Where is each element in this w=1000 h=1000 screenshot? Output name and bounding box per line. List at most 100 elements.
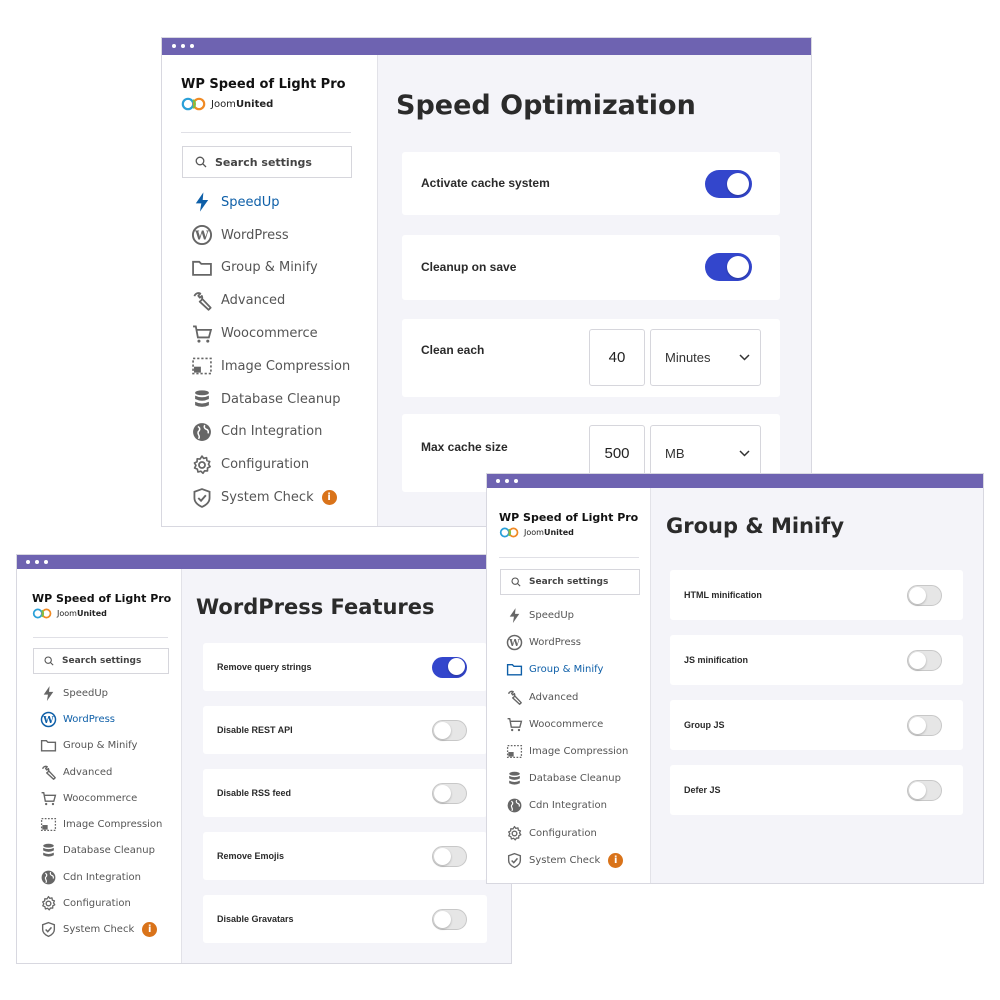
sidebar-item-advanced[interactable]: Advanced [506, 684, 628, 711]
globe-icon [191, 421, 213, 443]
setting-toggle[interactable] [432, 657, 467, 678]
setting-toggle[interactable] [432, 720, 467, 741]
window-titlebar [162, 38, 811, 55]
wordpress-icon: W [40, 711, 57, 728]
sidebar-item-label: Database Cleanup [221, 391, 341, 407]
database-icon [506, 770, 523, 787]
wordpress-features-window: WP Speed of Light Pro Joom United Search … [17, 555, 511, 963]
joomunited-rings-icon [32, 608, 52, 619]
sidebar-item-database-cleanup[interactable]: Database Cleanup [40, 838, 162, 864]
vendor-name-bold: United [76, 609, 107, 618]
speed-optimization-window: WP Speed of Light Pro Joom United Search … [162, 38, 811, 526]
bolt-icon [506, 607, 523, 624]
setting-toggle[interactable] [907, 585, 942, 606]
setting-toggle[interactable] [907, 715, 942, 736]
wrench-icon [506, 689, 523, 706]
setting-card: Group JS [670, 700, 963, 750]
svg-text:W: W [194, 228, 210, 243]
wordpress-icon: W [506, 634, 523, 651]
sidebar-item-wordpress[interactable]: W WordPress [191, 219, 350, 252]
search-input[interactable]: Search settings [182, 146, 352, 178]
image-compression-icon [506, 743, 523, 760]
folder-icon [40, 737, 57, 754]
search-placeholder: Search settings [529, 577, 609, 587]
app-title: WP Speed of Light Pro [32, 592, 172, 605]
vendor-name-light: Joom [524, 528, 544, 537]
setting-card-clean-each: Clean each 40 Minutes [402, 319, 780, 397]
setting-toggle[interactable] [432, 846, 467, 867]
vendor-name-bold: United [543, 528, 574, 537]
sidebar-item-database-cleanup[interactable]: Database Cleanup [506, 765, 628, 792]
setting-label: Remove query strings [217, 662, 312, 672]
info-badge-icon: i [142, 922, 158, 938]
setting-toggle[interactable] [907, 780, 942, 801]
setting-card: Remove query strings [203, 643, 487, 691]
sidebar-item-group-minify[interactable]: Group & Minify [506, 656, 628, 683]
sidebar-item-label: System Check [221, 490, 314, 506]
sidebar-item-wordpress[interactable]: W WordPress [506, 629, 628, 656]
sidebar-item-image-compression[interactable]: Image Compression [40, 811, 162, 837]
setting-label: HTML minification [684, 590, 762, 600]
gear-icon [506, 825, 523, 842]
sidebar-item-cdn-integration[interactable]: Cdn Integration [40, 864, 162, 890]
sidebar-item-wordpress[interactable]: W WordPress [40, 706, 162, 732]
sidebar-item-cdn-integration[interactable]: Cdn Integration [191, 416, 350, 449]
sidebar-item-configuration[interactable]: Configuration [40, 890, 162, 916]
sidebar-item-label: Configuration [63, 898, 131, 910]
globe-icon [506, 797, 523, 814]
sidebar-item-speedup[interactable]: SpeedUp [40, 680, 162, 706]
sidebar-item-woocommerce[interactable]: Woocommerce [191, 317, 350, 350]
chevron-down-icon [739, 354, 750, 361]
sidebar-item-configuration[interactable]: Configuration [191, 448, 350, 481]
search-icon [195, 156, 207, 168]
setting-label: Max cache size [421, 440, 508, 454]
setting-toggle[interactable] [907, 650, 942, 671]
page-title: Group & Minify [666, 514, 845, 538]
sidebar-item-label: SpeedUp [221, 194, 280, 210]
cleanup-on-save-toggle[interactable] [705, 253, 752, 281]
sidebar-item-label: System Check [529, 854, 601, 866]
sidebar-item-group-minify[interactable]: Group & Minify [40, 733, 162, 759]
setting-toggle[interactable] [432, 909, 467, 930]
sidebar-item-database-cleanup[interactable]: Database Cleanup [191, 383, 350, 416]
clean-each-input[interactable]: 40 [589, 329, 645, 386]
window-titlebar [487, 474, 983, 488]
setting-card: HTML minification [670, 570, 963, 620]
toggle-knob [434, 911, 451, 928]
toggle-knob [448, 658, 465, 675]
toggle-knob [909, 782, 926, 799]
sidebar-item-advanced[interactable]: Advanced [40, 759, 162, 785]
setting-label: Cleanup on save [421, 260, 517, 274]
setting-label: Disable RSS feed [217, 788, 292, 798]
globe-icon [40, 869, 57, 886]
search-input[interactable]: Search settings [33, 648, 169, 674]
activate-cache-toggle[interactable] [705, 170, 752, 198]
sidebar-item-image-compression[interactable]: Image Compression [191, 350, 350, 383]
search-placeholder: Search settings [215, 155, 312, 169]
clean-each-unit-select[interactable]: Minutes [650, 329, 761, 386]
sidebar-item-cdn-integration[interactable]: Cdn Integration [506, 792, 628, 819]
sidebar-item-advanced[interactable]: Advanced [191, 284, 350, 317]
sidebar-item-speedup[interactable]: SpeedUp [506, 602, 628, 629]
sidebar-item-configuration[interactable]: Configuration [506, 820, 628, 847]
window-titlebar [17, 555, 511, 569]
search-input[interactable]: Search settings [500, 569, 640, 595]
sidebar-item-woocommerce[interactable]: Woocommerce [506, 711, 628, 738]
sidebar-item-system-check[interactable]: System Check i [506, 847, 628, 874]
sidebar-item-group-minify[interactable]: Group & Minify [191, 252, 350, 285]
sidebar-item-label: Configuration [221, 457, 310, 473]
select-value: MB [665, 446, 685, 461]
search-placeholder: Search settings [62, 656, 142, 666]
sidebar-item-speedup[interactable]: SpeedUp [191, 186, 350, 219]
svg-text:W: W [42, 715, 54, 726]
toggle-knob [909, 652, 926, 669]
sidebar-item-woocommerce[interactable]: Woocommerce [40, 785, 162, 811]
setting-toggle[interactable] [432, 783, 467, 804]
sidebar-item-system-check[interactable]: System Check i [191, 481, 350, 514]
sidebar-item-image-compression[interactable]: Image Compression [506, 738, 628, 765]
select-value: Minutes [665, 350, 711, 365]
gear-icon [40, 895, 57, 912]
setting-label: Clean each [421, 343, 485, 357]
sidebar-item-label: Woocommerce [221, 326, 318, 342]
sidebar-item-system-check[interactable]: System Check i [40, 917, 162, 943]
